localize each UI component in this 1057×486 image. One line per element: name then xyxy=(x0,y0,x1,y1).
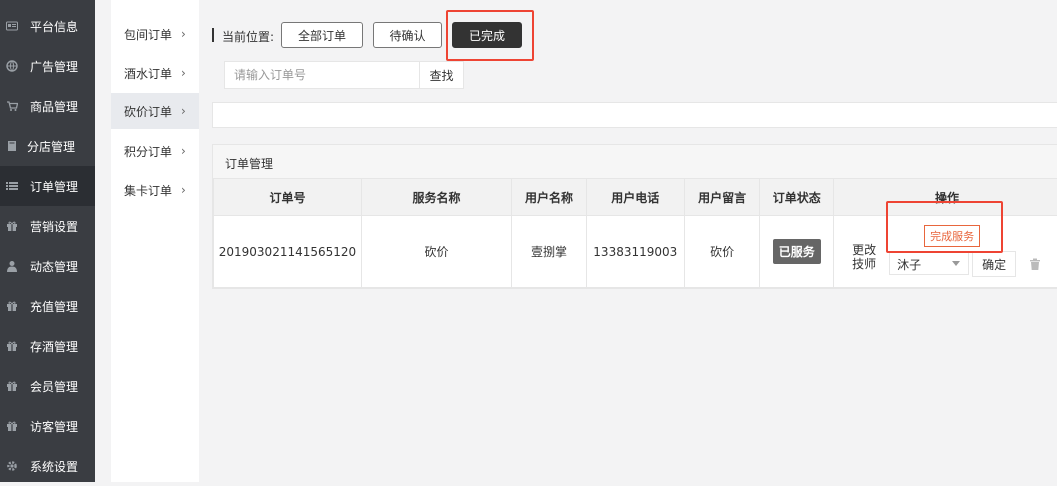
subnav-item-drink-orders[interactable]: 酒水订单 › xyxy=(111,55,199,91)
chevron-right-icon: › xyxy=(181,104,186,118)
subnav-item-label: 砍价订单 xyxy=(124,103,172,120)
user-icon xyxy=(6,260,18,272)
sidebar-item-members[interactable]: 会员管理 xyxy=(0,366,95,406)
sidebar-item-marketing[interactable]: 营销设置 xyxy=(0,206,95,246)
column-header-service: 服务名称 xyxy=(361,179,511,216)
sidebar-item-label: 订单管理 xyxy=(30,178,78,195)
sidebar-item-label: 分店管理 xyxy=(27,138,75,155)
chevron-right-icon: › xyxy=(181,27,186,41)
subnav-item-points-orders[interactable]: 积分订单 › xyxy=(111,133,199,169)
technician-select-value: 沐子 xyxy=(897,256,921,273)
sidebar-item-label: 充值管理 xyxy=(30,298,78,315)
technician-select[interactable]: 沐子 xyxy=(889,251,969,275)
status-badge: 已服务 xyxy=(773,239,821,264)
order-status-cell: 已服务 xyxy=(760,216,834,288)
breadcrumb-marker xyxy=(212,28,214,42)
chevron-down-icon xyxy=(952,261,960,266)
subnav-item-card-orders[interactable]: 集卡订单 › xyxy=(111,172,199,208)
subnav-item-label: 酒水订单 xyxy=(124,65,172,82)
order-subnav: 包间订单 › 酒水订单 › 砍价订单 › 积分订单 › 集卡订单 › xyxy=(111,0,199,482)
list-icon xyxy=(6,180,18,192)
confirm-button[interactable]: 确定 xyxy=(972,251,1016,277)
sidebar-item-label: 商品管理 xyxy=(30,98,78,115)
sidebar-item-label: 营销设置 xyxy=(30,218,78,235)
highlight-box xyxy=(886,201,1003,253)
subnav-item-label: 集卡订单 xyxy=(124,182,172,199)
user-phone-cell: 13383119003 xyxy=(586,216,684,288)
search-button[interactable]: 查找 xyxy=(419,61,464,89)
column-header-user-phone: 用户电话 xyxy=(586,179,684,216)
sidebar-item-branches[interactable]: 分店管理 xyxy=(0,126,95,166)
change-technician-label: 更改技师 xyxy=(852,243,878,271)
subnav-item-label: 包间订单 xyxy=(124,26,172,43)
globe-icon xyxy=(6,60,18,72)
gear-icon xyxy=(6,460,18,472)
sidebar-item-label: 动态管理 xyxy=(30,258,78,275)
sidebar-item-visitors[interactable]: 访客管理 xyxy=(0,406,95,446)
sidebar-item-label: 会员管理 xyxy=(30,378,78,395)
gift-icon xyxy=(6,340,18,352)
book-icon xyxy=(6,140,18,152)
column-header-user-message: 用户留言 xyxy=(684,179,760,216)
service-name-cell: 砍价 xyxy=(361,216,511,288)
gift-icon xyxy=(6,420,18,432)
chevron-right-icon: › xyxy=(181,183,186,197)
breadcrumb: 当前位置: xyxy=(222,28,274,45)
filter-strip xyxy=(212,102,1057,128)
sidebar-item-label: 系统设置 xyxy=(30,458,78,475)
highlight-box xyxy=(446,10,534,61)
sidebar-item-label: 广告管理 xyxy=(30,58,78,75)
trash-icon[interactable] xyxy=(1028,257,1042,271)
cart-icon xyxy=(6,100,18,112)
column-header-user-name: 用户名称 xyxy=(512,179,587,216)
column-header-order-status: 订单状态 xyxy=(760,179,834,216)
order-number-cell: 201903021141565120 xyxy=(214,216,362,288)
filter-all-orders-button[interactable]: 全部订单 xyxy=(281,22,363,48)
panel-title: 订单管理 xyxy=(225,155,273,172)
sidebar: 平台信息 广告管理 商品管理 分店管理 订单管理 营销设置 动态管理 充值管理 … xyxy=(0,0,95,482)
chevron-right-icon: › xyxy=(181,66,186,80)
sidebar-item-label: 访客管理 xyxy=(30,418,78,435)
gift-icon xyxy=(6,220,18,232)
gift-icon xyxy=(6,300,18,312)
sidebar-item-label: 存酒管理 xyxy=(30,338,78,355)
user-message-cell: 砍价 xyxy=(684,216,760,288)
id-card-icon xyxy=(6,20,18,32)
subnav-item-bargain-orders[interactable]: 砍价订单 › xyxy=(111,93,199,129)
subnav-item-room-orders[interactable]: 包间订单 › xyxy=(111,16,199,52)
sidebar-item-recharge[interactable]: 充值管理 xyxy=(0,286,95,326)
sidebar-item-orders[interactable]: 订单管理 xyxy=(0,166,95,206)
user-name-cell: 壹捌掌 xyxy=(512,216,587,288)
sidebar-item-platform-info[interactable]: 平台信息 xyxy=(0,6,95,46)
sidebar-item-news[interactable]: 动态管理 xyxy=(0,246,95,286)
column-header-order-no: 订单号 xyxy=(214,179,362,216)
chevron-right-icon: › xyxy=(181,144,186,158)
sidebar-item-products[interactable]: 商品管理 xyxy=(0,86,95,126)
sidebar-item-ads[interactable]: 广告管理 xyxy=(0,46,95,86)
order-number-search-input[interactable] xyxy=(224,61,420,89)
filter-pending-button[interactable]: 待确认 xyxy=(373,22,442,48)
sidebar-item-settings[interactable]: 系统设置 xyxy=(0,446,95,486)
sidebar-item-label: 平台信息 xyxy=(30,18,78,35)
gift-icon xyxy=(6,380,18,392)
sidebar-item-wine-storage[interactable]: 存酒管理 xyxy=(0,326,95,366)
subnav-item-label: 积分订单 xyxy=(124,143,172,160)
